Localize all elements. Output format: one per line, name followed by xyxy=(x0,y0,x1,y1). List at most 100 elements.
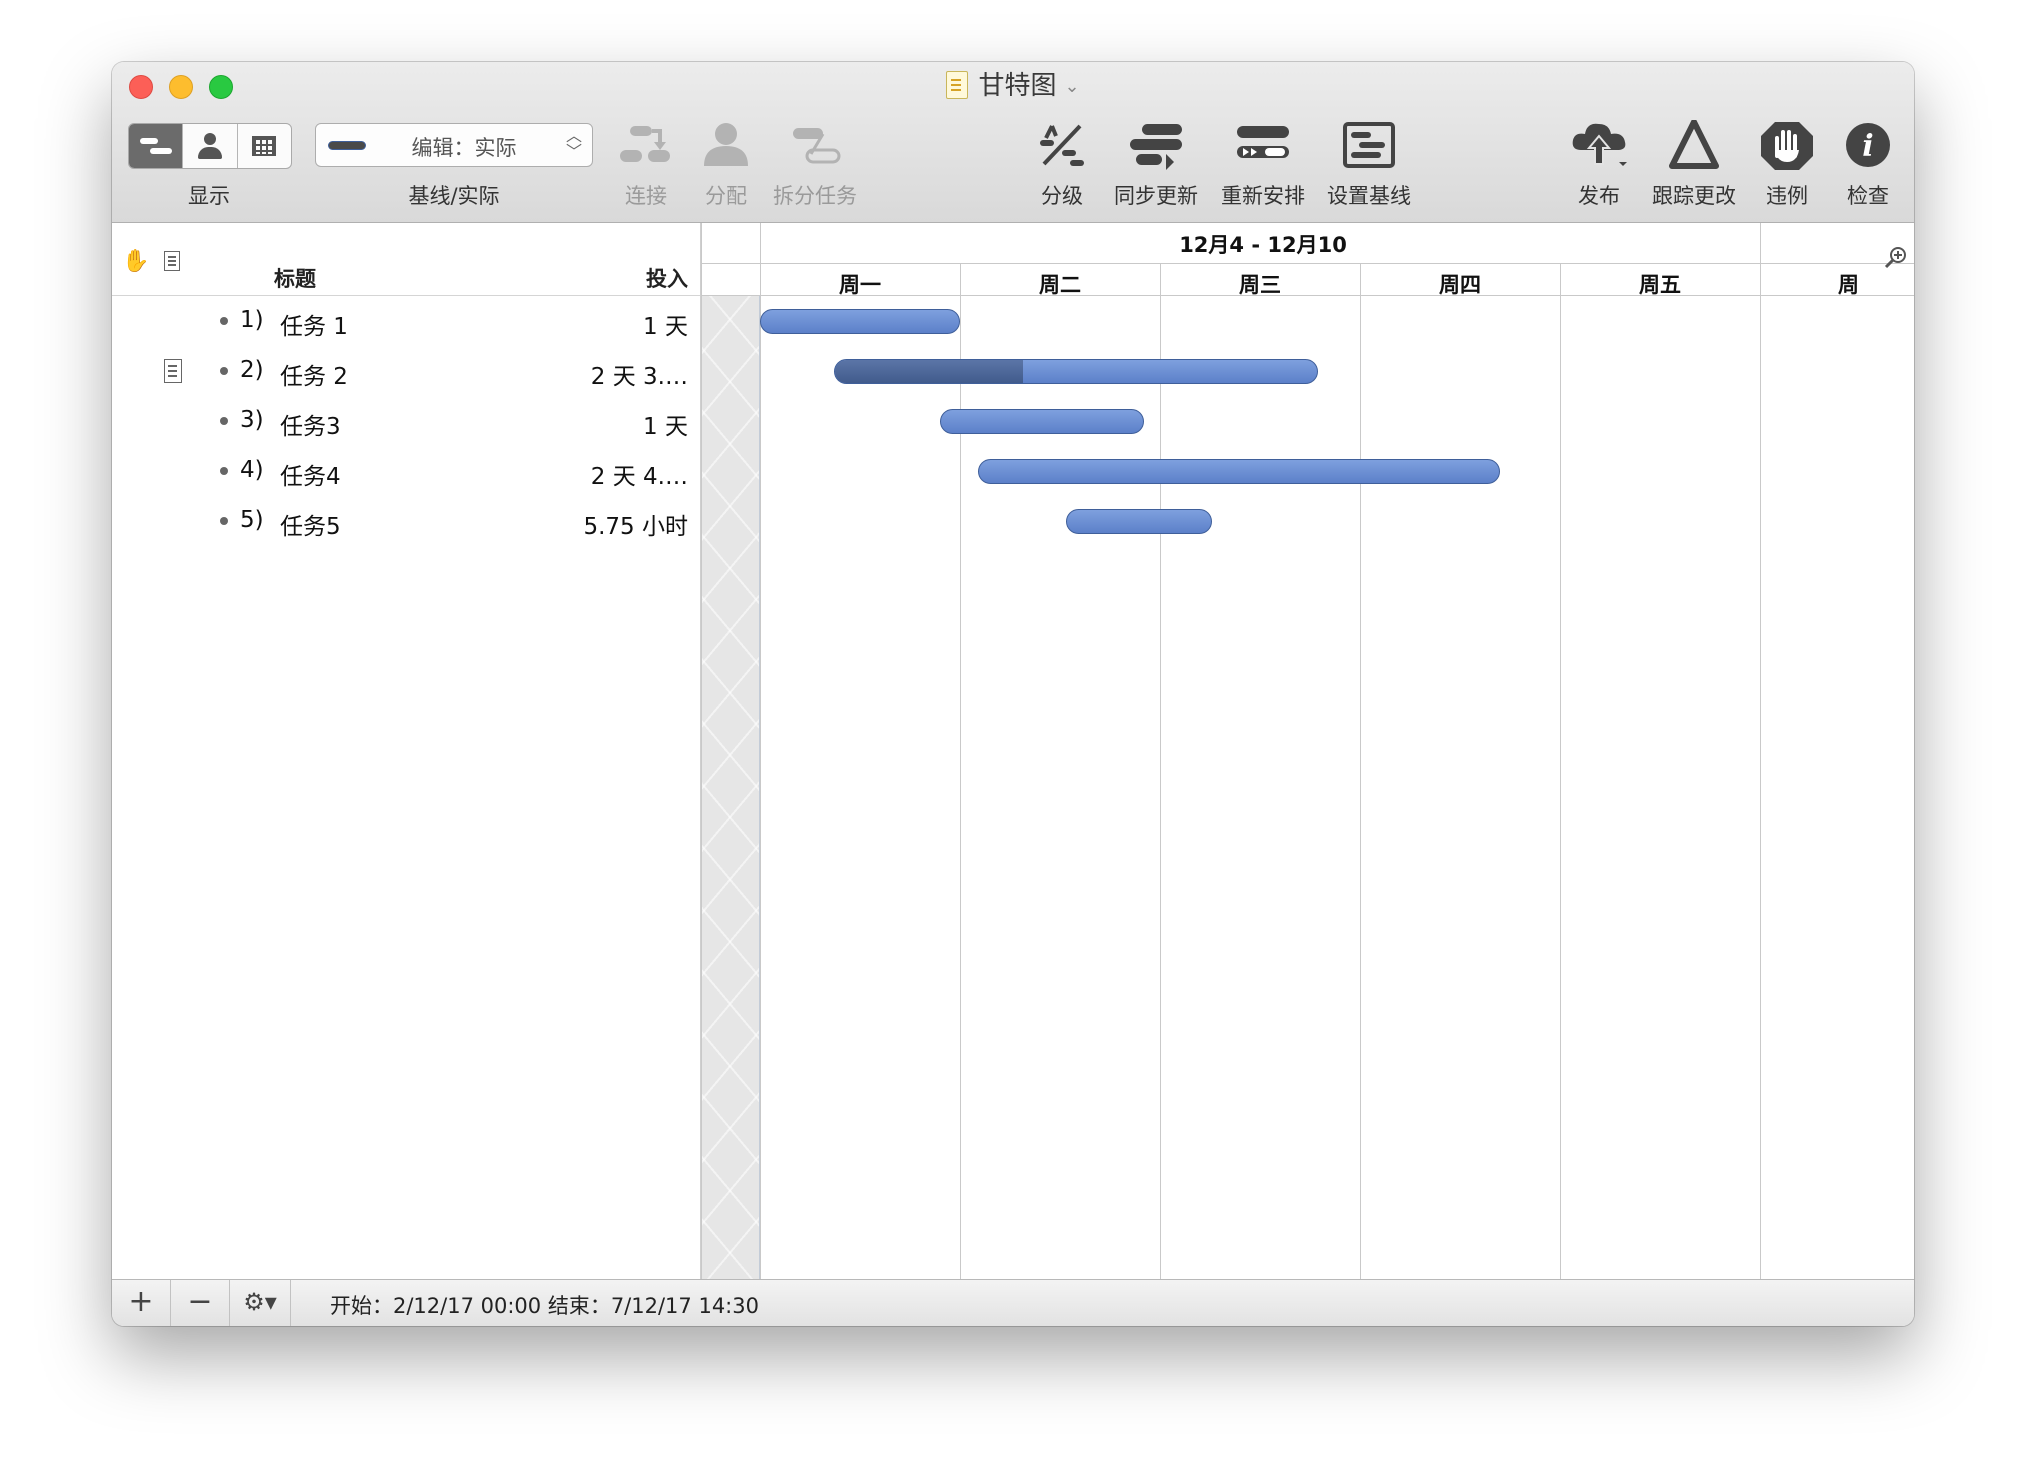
task-name[interactable]: 任务5 xyxy=(280,507,341,541)
task-bar[interactable] xyxy=(760,309,960,334)
track-changes-button[interactable] xyxy=(1664,119,1724,170)
task-effort[interactable]: 5.75 小时 xyxy=(583,507,688,541)
set-baseline-label: 设置基线 xyxy=(1327,184,1411,208)
stop-hand-icon xyxy=(1761,122,1813,170)
zoom-in-icon[interactable] xyxy=(1884,245,1908,269)
violations-button[interactable] xyxy=(1757,120,1817,170)
baseline-label: 基线/实际 xyxy=(408,184,500,208)
bullet-icon xyxy=(220,317,228,325)
hand-icon[interactable]: ✋ xyxy=(122,249,149,274)
task-row[interactable]: 3) 任务3 1 天 xyxy=(112,397,700,447)
level-button[interactable] xyxy=(1032,120,1092,170)
level-label: 分级 xyxy=(1041,184,1083,208)
svg-text:i: i xyxy=(1862,129,1873,164)
publish-label: 发布 xyxy=(1578,184,1620,208)
day-label: 周一 xyxy=(839,273,881,297)
delta-icon xyxy=(1669,119,1719,169)
task-name[interactable]: 任务4 xyxy=(280,457,341,491)
assign-button[interactable] xyxy=(696,120,756,170)
reschedule-label: 重新安排 xyxy=(1221,184,1305,208)
effort-column-header[interactable]: 投入 xyxy=(646,263,688,293)
task-row[interactable]: 5) 任务5 5.75 小时 xyxy=(112,497,700,547)
info-icon: i xyxy=(1846,123,1890,167)
gear-icon: ⚙▾ xyxy=(243,1288,277,1316)
timeline-header: 12月4 - 12月10 周一 周二 周三 周四 周五 周 xyxy=(701,223,1914,297)
schedule-range-text: 开始：2/12/17 00:00 结束：7/12/17 14:30 xyxy=(330,1294,759,1318)
day-label: 周三 xyxy=(1239,273,1281,297)
note-icon[interactable] xyxy=(164,359,182,383)
display-label: 显示 xyxy=(188,184,230,208)
task-row[interactable]: 2) 任务 2 2 天 3.… xyxy=(112,347,700,397)
task-effort[interactable]: 1 天 xyxy=(643,307,688,341)
updown-arrows-icon: ︿ ﹀ xyxy=(565,126,582,161)
task-effort[interactable]: 1 天 xyxy=(643,407,688,441)
day-label: 周四 xyxy=(1439,273,1481,297)
task-bar[interactable] xyxy=(978,459,1500,484)
assign-label: 分配 xyxy=(705,184,747,208)
task-bar[interactable] xyxy=(940,409,1144,434)
connect-button[interactable] xyxy=(616,120,676,170)
bottom-bar: + − ⚙▾ 开始：2/12/17 00:00 结束：7/12/17 14:30 xyxy=(112,1279,1914,1326)
outline-header: ✋ 标题 投入 xyxy=(112,223,700,296)
view-mode-segmented-control[interactable] xyxy=(128,123,292,169)
baseline-popup[interactable]: 编辑：实际 ︿ ﹀ xyxy=(315,123,593,167)
calendar-view-button[interactable] xyxy=(238,124,291,168)
task-outline: ✋ 标题 投入 1) 任务 1 1 天 2) 任务 2 2 天 3.… 3) 任… xyxy=(112,223,701,1279)
task-effort[interactable]: 2 天 3.… xyxy=(591,357,688,391)
connect-label: 连接 xyxy=(625,184,667,208)
task-bar-progress xyxy=(835,360,1023,383)
remove-task-button[interactable]: − xyxy=(171,1280,230,1326)
cloud-upload-icon xyxy=(1572,123,1627,166)
toolbar: 甘特图 ⌄ 显示 编辑：实际 ︿ ﹀ 基线/实际 连接 分配 拆分任务 分级 同… xyxy=(112,62,1914,223)
catch-up-button[interactable] xyxy=(1126,120,1186,170)
bullet-icon xyxy=(220,517,228,525)
task-bar[interactable] xyxy=(834,359,1318,384)
gantt-icon xyxy=(139,137,172,155)
non-working-time-area xyxy=(701,295,761,1279)
day-label: 周二 xyxy=(1039,273,1081,297)
reschedule-icon xyxy=(1237,126,1289,158)
chevron-down-icon: ⌄ xyxy=(1064,76,1080,97)
task-row[interactable]: 4) 任务4 2 天 4.… xyxy=(112,447,700,497)
connect-icon xyxy=(620,126,670,162)
day-label: 周五 xyxy=(1639,273,1681,297)
calendar-grid-icon xyxy=(252,136,277,156)
publish-button[interactable] xyxy=(1569,120,1629,170)
bullet-icon xyxy=(220,367,228,375)
bar-icon xyxy=(328,141,366,150)
task-row[interactable]: 1) 任务 1 1 天 xyxy=(112,297,700,347)
document-icon xyxy=(946,71,969,99)
person-icon xyxy=(704,123,748,166)
task-name[interactable]: 任务3 xyxy=(280,407,341,441)
bullet-icon xyxy=(220,467,228,475)
task-bar[interactable] xyxy=(1066,509,1212,534)
reschedule-button[interactable] xyxy=(1233,120,1293,170)
task-name[interactable]: 任务 2 xyxy=(280,357,348,391)
level-icon xyxy=(1040,124,1084,166)
violations-label: 违例 xyxy=(1766,184,1808,208)
inspect-label: 检查 xyxy=(1847,184,1889,208)
window-title[interactable]: 甘特图 ⌄ xyxy=(112,68,1914,105)
title-column-header[interactable]: 标题 xyxy=(274,263,316,293)
split-task-icon xyxy=(793,128,841,164)
set-baseline-icon xyxy=(1343,122,1395,168)
note-column-icon[interactable] xyxy=(164,251,180,271)
split-task-button[interactable] xyxy=(785,120,845,170)
app-window: 甘特图 ⌄ 显示 编辑：实际 ︿ ﹀ 基线/实际 连接 分配 拆分任务 分级 同… xyxy=(112,62,1914,1326)
inspect-button[interactable]: i xyxy=(1838,120,1898,170)
person-icon xyxy=(197,133,222,159)
resource-view-button[interactable] xyxy=(183,124,238,168)
add-task-button[interactable]: + xyxy=(112,1280,171,1326)
gantt-chart[interactable]: 12月4 - 12月10 周一 周二 周三 周四 周五 周 xyxy=(701,223,1914,1279)
split-task-label: 拆分任务 xyxy=(773,184,857,208)
task-name[interactable]: 任务 1 xyxy=(280,307,348,341)
track-changes-label: 跟踪更改 xyxy=(1652,184,1736,208)
catch-up-icon xyxy=(1130,124,1182,170)
set-baseline-button[interactable] xyxy=(1339,120,1399,170)
day-label: 周 xyxy=(1838,273,1859,297)
bullet-icon xyxy=(220,417,228,425)
gantt-view-button[interactable] xyxy=(129,124,184,168)
task-effort[interactable]: 2 天 4.… xyxy=(591,457,688,491)
week-label: 12月4 - 12月10 xyxy=(1179,233,1347,257)
gear-menu-button[interactable]: ⚙▾ xyxy=(230,1280,291,1326)
